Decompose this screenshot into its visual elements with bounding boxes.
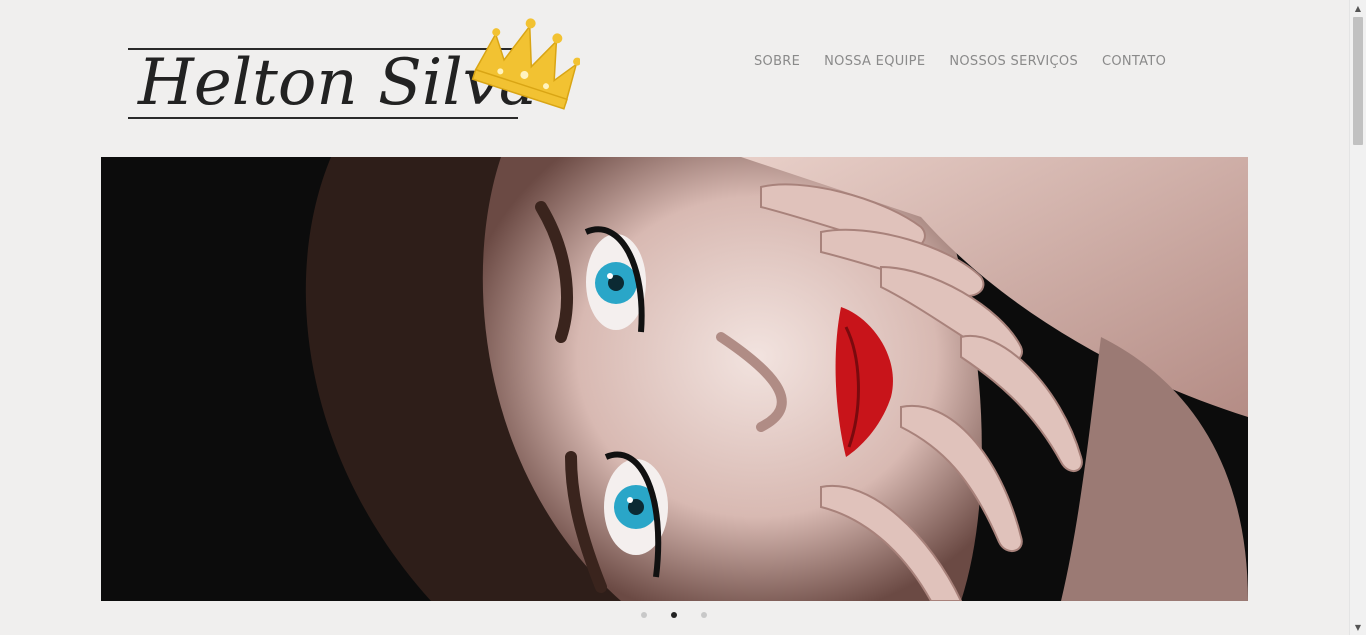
hero-photo [101,157,1248,601]
nav-item-nossa-equipe[interactable]: NOSSA EQUIPE [824,53,925,71]
page: Helton Silva SOBRE NOSSA EQUIPE NOSSOS S… [0,0,1366,635]
carousel-dot-2[interactable] [671,612,677,618]
scrollbar-thumb[interactable] [1353,17,1363,145]
logo-graphic: Helton Silva [128,18,580,120]
nav-item-contato[interactable]: CONTATO [1102,53,1166,71]
main-nav: SOBRE NOSSA EQUIPE NOSSOS SERVIÇOS CONTA… [754,53,1166,71]
nav-item-sobre[interactable]: SOBRE [754,53,800,71]
site-logo[interactable]: Helton Silva [120,14,580,126]
carousel-dot-3[interactable] [701,612,707,618]
carousel-dot-1[interactable] [641,612,647,618]
page-scrollbar[interactable]: ▲ ▼ [1349,0,1366,635]
logo-text: Helton Silva [137,46,537,120]
scroll-down-arrow-icon[interactable]: ▼ [1350,619,1366,635]
carousel-dots [641,612,707,618]
hero-slide-image [101,157,1248,601]
nav-item-nossos-servicos[interactable]: NOSSOS SERVIÇOS [949,53,1078,71]
scroll-up-arrow-icon[interactable]: ▲ [1350,0,1366,16]
